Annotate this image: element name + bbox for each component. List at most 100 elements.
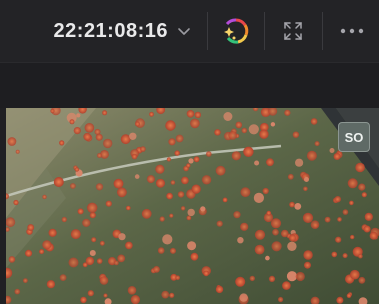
flower-blossom	[186, 215, 192, 221]
flower-blossom	[113, 178, 124, 189]
flower-blossom	[186, 110, 195, 118]
flower-blossom	[120, 134, 131, 145]
timecode-display[interactable]: 22:21:08:16	[54, 20, 168, 43]
flower-blossom	[89, 250, 96, 256]
flower-blossom	[254, 229, 266, 240]
overlay-badge[interactable]: SO	[338, 122, 370, 152]
chevron-down-icon[interactable]	[176, 23, 192, 39]
flower-blossom	[350, 234, 355, 240]
flower-blossom	[39, 249, 45, 255]
flower-blossom	[262, 187, 269, 195]
flower-blossom	[235, 121, 243, 129]
flower-blossom	[289, 201, 295, 208]
flower-blossom	[53, 177, 64, 187]
flower-blossom	[310, 220, 320, 229]
flower-blossom	[50, 108, 55, 114]
expand-arrows-icon	[284, 22, 302, 40]
flower-blossom	[303, 250, 313, 260]
flower-blossom	[194, 111, 202, 119]
flower-blossom	[87, 290, 94, 297]
flower-blossom	[193, 156, 200, 163]
flower-blossom	[42, 194, 47, 200]
flower-blossom	[333, 153, 341, 160]
color-button[interactable]	[216, 12, 256, 50]
flower-blossom	[201, 175, 212, 185]
flower-blossom	[331, 251, 338, 258]
flower-blossom	[80, 296, 87, 304]
flower-blossom	[25, 249, 33, 257]
flower-blossom	[162, 234, 173, 245]
flower-blossom	[241, 127, 247, 134]
flower-blossom	[254, 244, 265, 255]
flower-blossom	[82, 218, 91, 227]
flower-blossom	[314, 141, 320, 147]
flower-blossom	[223, 112, 233, 121]
flower-blossom	[165, 120, 176, 131]
flower-blossom	[95, 133, 103, 141]
flower-blossom	[334, 196, 341, 203]
flower-blossom	[130, 295, 140, 304]
flower-blossom	[69, 119, 75, 125]
flower-blossom	[342, 209, 349, 215]
flower-blossom	[286, 271, 298, 282]
flower-blossom	[306, 150, 317, 161]
flower-blossom	[99, 276, 109, 285]
flower-blossom	[96, 258, 103, 264]
flower-blossom	[84, 123, 95, 133]
flower-blossom	[166, 157, 171, 162]
flower-blossom	[146, 175, 155, 184]
flower-blossom	[166, 192, 173, 200]
flower-blossom	[140, 146, 146, 152]
flower-blossom	[228, 131, 238, 140]
flower-blossom	[272, 228, 279, 236]
flower-blossom	[48, 228, 57, 237]
flower-blossom	[268, 275, 276, 282]
flower-blossom	[206, 151, 212, 157]
timecode-control[interactable]: 22:21:08:16	[0, 0, 205, 62]
flower-blossom	[77, 208, 84, 215]
flower-blossom	[361, 192, 367, 198]
flower-blossom	[324, 216, 331, 223]
flower-blossom	[187, 208, 195, 217]
flower-blossom	[222, 197, 228, 203]
flower-blossom	[235, 276, 246, 287]
flower-blossom	[141, 208, 152, 219]
flower-blossom	[364, 212, 373, 221]
flower-blossom	[240, 187, 251, 198]
flower-blossom	[74, 167, 80, 172]
flower-blossom	[14, 288, 21, 295]
flower-blossom	[310, 118, 318, 125]
flower-blossom	[180, 206, 186, 211]
flower-blossom	[295, 158, 304, 167]
flower-blossom	[188, 158, 194, 164]
flower-blossom	[82, 262, 88, 268]
flower-blossom	[13, 199, 19, 206]
flower-blossom	[342, 253, 348, 259]
flower-blossom	[76, 113, 81, 118]
flower-blossom	[131, 153, 138, 160]
flower-blossom	[126, 205, 131, 211]
flower-blossom	[186, 163, 191, 168]
flower-blossom	[203, 270, 209, 277]
flower-blossom	[304, 177, 309, 182]
flower-blossom	[83, 132, 92, 141]
flower-blossom	[336, 296, 344, 304]
flower-blossom	[169, 292, 175, 298]
flower-blossom	[70, 183, 76, 189]
color-wheel-sparkle-icon	[224, 18, 249, 44]
flower-blossom	[253, 192, 264, 203]
flower-blossom	[215, 285, 224, 294]
flower-blossom	[89, 212, 96, 219]
flower-blossom	[175, 134, 184, 143]
flower-blossom	[174, 150, 180, 156]
flower-blossom	[157, 247, 165, 254]
flower-blossom	[233, 211, 241, 219]
flower-blossom	[294, 203, 302, 210]
flower-blossom	[287, 241, 297, 251]
video-viewer[interactable]	[6, 108, 379, 304]
flower-blossom	[335, 236, 342, 243]
flower-blossom	[170, 247, 176, 254]
more-options-button[interactable]	[332, 12, 372, 50]
flower-blossom	[329, 148, 335, 153]
fullscreen-button[interactable]	[273, 12, 313, 50]
